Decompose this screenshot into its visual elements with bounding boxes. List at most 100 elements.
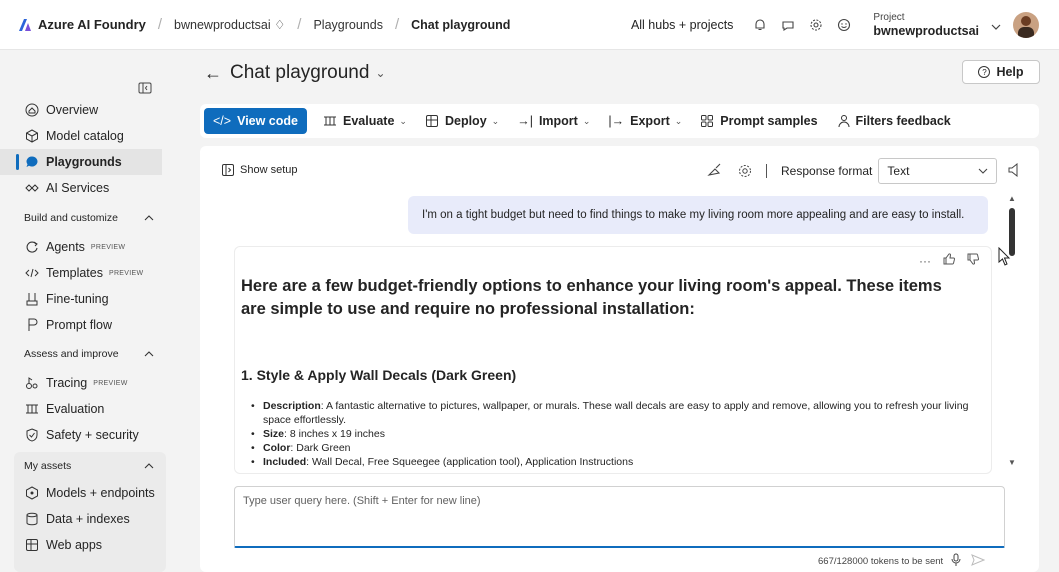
thumbs-down-icon[interactable] [967, 253, 980, 268]
avatar[interactable] [1013, 12, 1039, 38]
code-icon [25, 268, 39, 278]
breadcrumb-playgrounds[interactable]: Playgrounds [313, 18, 383, 32]
breadcrumb-separator: / [297, 16, 302, 33]
response-format-label: Response format [781, 164, 873, 178]
export-label: Export [630, 114, 670, 128]
collapse-sidebar-icon[interactable] [138, 81, 152, 95]
evaluate-button[interactable]: Evaluate ⌄ [323, 108, 407, 134]
sidebar-item-templates[interactable]: Templates PREVIEW [0, 260, 162, 286]
clear-chat-icon[interactable] [706, 162, 724, 180]
sidebar-item-label: Templates [46, 266, 103, 280]
filters-feedback-button[interactable]: Filters feedback [836, 108, 951, 134]
model-icon [26, 486, 38, 500]
gear-icon[interactable] [736, 162, 754, 180]
message-actions: ··· [907, 253, 980, 268]
sidebar-item-prompt-flow[interactable]: Prompt flow [0, 312, 162, 338]
all-hubs-link[interactable]: All hubs + projects [631, 18, 733, 32]
deploy-button[interactable]: Deploy ⌄ [425, 108, 499, 134]
sidebar-item-label: Fine-tuning [46, 292, 109, 306]
sidebar-item-models-endpoints[interactable]: Models + endpoints [0, 480, 162, 506]
prompt-samples-label: Prompt samples [720, 114, 818, 128]
chat-icon [26, 156, 38, 167]
speaker-icon[interactable] [1007, 162, 1019, 180]
sidebar-item-data-indexes[interactable]: Data + indexes [0, 506, 162, 532]
sidebar-item-web-apps[interactable]: Web apps [0, 532, 162, 558]
sidebar-item-safety-security[interactable]: Safety + security [0, 422, 162, 448]
export-button[interactable]: |→ Export ⌄ [608, 108, 682, 134]
scroll-up-icon[interactable]: ▲ [1008, 194, 1016, 203]
chevron-down-icon: ⌄ [399, 115, 407, 126]
project-label: Project [873, 12, 905, 24]
section-label: Assess and improve [24, 348, 119, 360]
response-format-select[interactable]: Text [878, 158, 998, 184]
cube-icon [26, 129, 38, 143]
gear-icon[interactable] [805, 14, 827, 36]
sidebar-item-label: Overview [46, 103, 99, 117]
chat-input[interactable] [235, 487, 1004, 515]
chevron-down-icon[interactable]: ⌄ [375, 66, 385, 80]
help-label: Help [996, 65, 1024, 79]
grid-icon [701, 115, 714, 127]
sidebar-item-ai-services[interactable]: AI Services [0, 175, 162, 201]
import-button[interactable]: →| Import ⌄ [517, 108, 590, 134]
bullet-text: : Wall Decal, Free Squeegee (application… [306, 456, 634, 468]
tune-icon [26, 293, 38, 306]
divider [766, 164, 767, 178]
microphone-icon[interactable] [951, 553, 961, 570]
sidebar-item-tracing[interactable]: Tracing PREVIEW [0, 370, 162, 396]
services-icon [25, 184, 39, 192]
sidebar-item-label: Playgrounds [46, 155, 122, 169]
prompt-samples-button[interactable]: Prompt samples [700, 108, 818, 134]
response-format-value: Text [887, 164, 910, 178]
section-my-assets[interactable]: My assets [24, 460, 154, 472]
scroll-down-icon[interactable]: ▼ [1008, 458, 1016, 467]
chevron-up-icon [144, 463, 154, 469]
thumbs-up-icon[interactable] [943, 253, 956, 268]
scrollbar[interactable]: ▲ ▼ [1006, 194, 1018, 470]
breadcrumb-current: Chat playground [411, 17, 511, 32]
response-bullets: Description: A fantastic alternative to … [247, 399, 977, 469]
user-message: I'm on a tight budget but need to find t… [408, 196, 988, 234]
more-options-icon[interactable]: ··· [919, 254, 931, 268]
brand[interactable]: Azure AI Foundry [18, 17, 146, 32]
show-setup-button[interactable]: Show setup [222, 164, 297, 176]
sidebar-item-agents[interactable]: Agents PREVIEW [0, 234, 162, 260]
sidebar-item-overview[interactable]: Overview [0, 97, 162, 123]
send-icon[interactable] [971, 554, 986, 569]
chevron-down-icon: ⌄ [674, 115, 683, 126]
bullet-key: Size [263, 428, 285, 440]
sidebar-item-evaluation[interactable]: Evaluation [0, 396, 162, 422]
assistant-message: ··· Here are a few budget-friendly optio… [234, 246, 992, 474]
section-label: Build and customize [24, 212, 118, 224]
page-title: ← Chat playground ⌄ [204, 62, 386, 84]
smiley-icon[interactable] [833, 14, 855, 36]
bullet-text: : 8 inches x 19 inches [284, 428, 385, 440]
breadcrumb-project[interactable]: bwnewproductsai ♢ [174, 17, 285, 32]
panel-tools: Response format Text [706, 158, 1019, 184]
chat-input-box[interactable] [234, 486, 1005, 548]
chevron-down-icon [979, 168, 988, 174]
show-setup-label: Show setup [240, 164, 298, 176]
help-button[interactable]: ? Help [962, 60, 1040, 84]
sidebar-item-model-catalog[interactable]: Model catalog [0, 123, 162, 149]
sidebar-item-playgrounds[interactable]: Playgrounds [0, 149, 162, 175]
import-label: Import [538, 114, 578, 128]
bullet-text: : A fantastic alternative to pictures, w… [263, 400, 969, 426]
section-assess-and-improve[interactable]: Assess and improve [24, 348, 154, 360]
feedback-icon[interactable] [777, 14, 799, 36]
webapp-icon [26, 539, 38, 551]
sidebar-item-label: Tracing [46, 376, 88, 390]
sidebar: Overview Model catalog Playgrounds AI Se… [0, 50, 170, 572]
sidebar-item-fine-tuning[interactable]: Fine-tuning [0, 286, 162, 312]
flow-icon [28, 318, 38, 331]
project-switcher[interactable]: Project bwnewproductsai [873, 12, 979, 38]
section-build-and-customize[interactable]: Build and customize [24, 212, 154, 224]
back-arrow-icon[interactable]: ← [204, 63, 222, 84]
view-code-button[interactable]: </> View code [204, 108, 307, 134]
preview-tag: PREVIEW [93, 379, 128, 387]
bell-icon[interactable] [749, 14, 771, 36]
chevron-down-icon[interactable] [991, 18, 1001, 33]
response-heading: Here are a few budget-friendly options t… [241, 277, 942, 318]
mouse-cursor-icon [998, 247, 1011, 266]
chevron-up-icon [144, 215, 154, 221]
